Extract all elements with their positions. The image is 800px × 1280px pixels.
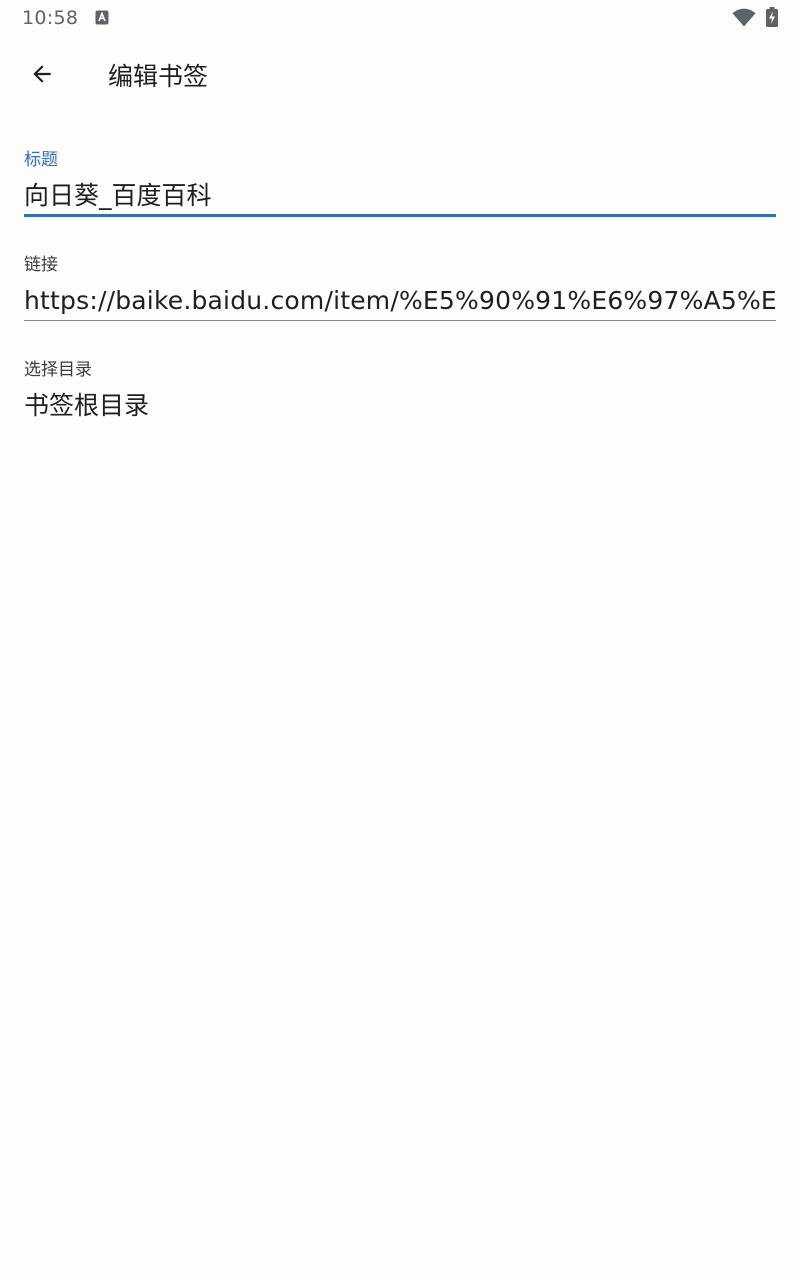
- text-notification-icon: [95, 10, 109, 25]
- folder-field[interactable]: 选择目录 书签根目录: [24, 360, 776, 423]
- back-button[interactable]: [18, 50, 66, 98]
- page-title: 编辑书签: [108, 62, 209, 91]
- link-label: 链接: [24, 255, 58, 275]
- title-field[interactable]: 标题 向日葵_百度百科: [24, 150, 776, 217]
- title-input[interactable]: 向日葵_百度百科: [24, 179, 776, 213]
- folder-label: 选择目录: [24, 360, 92, 380]
- wifi-icon: [732, 8, 756, 27]
- link-underline: [24, 320, 776, 321]
- app-bar: 编辑书签: [0, 38, 800, 112]
- title-underline: [24, 214, 776, 217]
- title-label: 标题: [24, 150, 58, 170]
- arrow-left-icon: [33, 65, 51, 83]
- link-field[interactable]: 链接 https://baike.baidu.com/item/%E5%90%9…: [24, 255, 776, 321]
- link-input[interactable]: https://baike.baidu.com/item/%E5%90%91%E…: [24, 284, 776, 318]
- edit-bookmark-screen: 10:58 编辑书签 标题 向日葵_百度百科 链接 https://baike.…: [0, 0, 800, 1280]
- battery-charging-icon: [766, 7, 778, 27]
- status-time: 10:58: [22, 7, 79, 29]
- status-bar: 10:58: [0, 0, 800, 38]
- folder-selector[interactable]: 书签根目录: [24, 389, 776, 423]
